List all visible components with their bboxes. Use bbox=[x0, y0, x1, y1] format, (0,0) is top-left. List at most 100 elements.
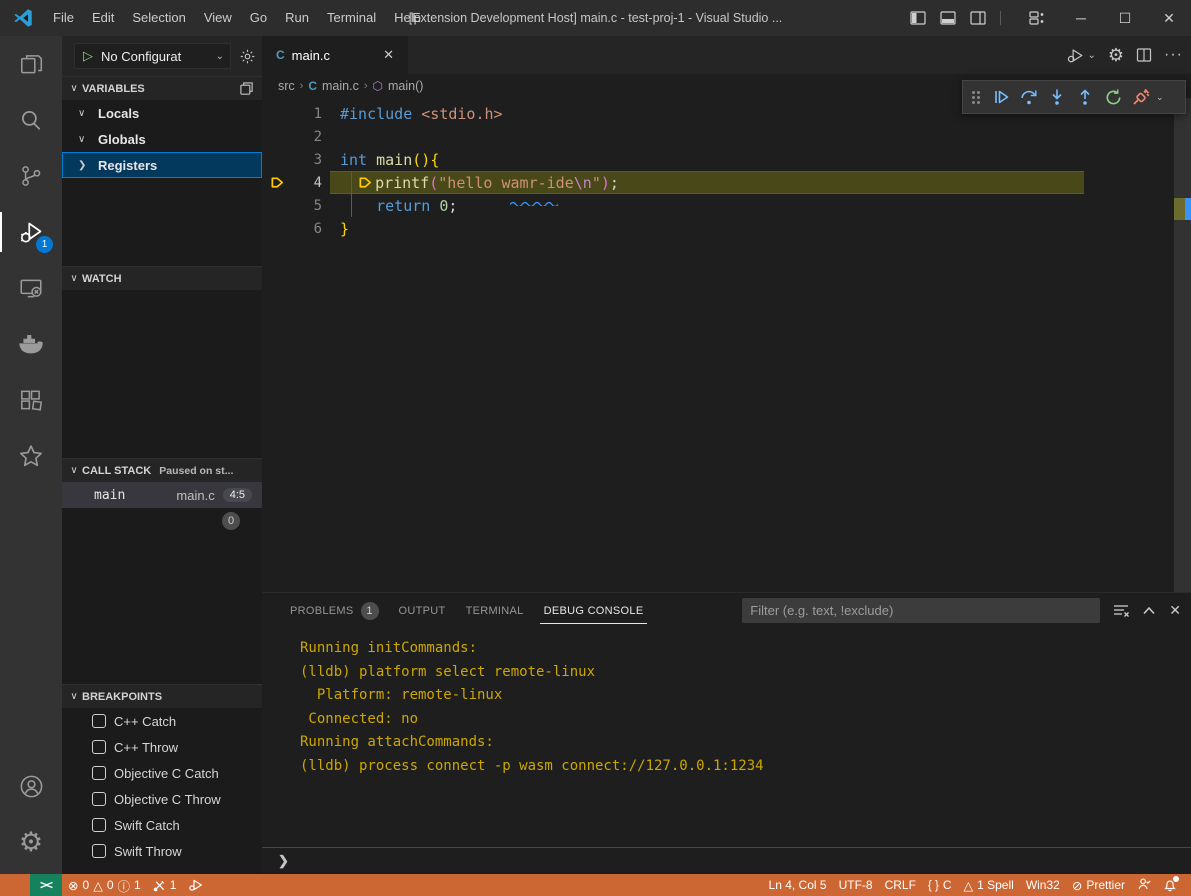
breakpoint-row[interactable]: C++ Catch bbox=[62, 708, 262, 734]
panel-tab-terminal[interactable]: TERMINAL bbox=[462, 593, 528, 628]
step-over-button[interactable] bbox=[1015, 83, 1043, 111]
tab-main-c[interactable]: C main.c ✕ bbox=[262, 36, 408, 74]
toggle-sidebar-icon[interactable] bbox=[910, 11, 926, 25]
variables-section-header[interactable]: ∨ VARIABLES bbox=[62, 76, 262, 100]
breadcrumb-folder[interactable]: src bbox=[278, 79, 295, 93]
variables-scope-globals[interactable]: ∨Globals bbox=[62, 126, 262, 152]
status-person[interactable] bbox=[1131, 874, 1157, 896]
close-button[interactable]: ✕ bbox=[1147, 0, 1191, 36]
status-ln-4-col-5[interactable]: Ln 4, Col 5 bbox=[763, 874, 833, 896]
toggle-secondary-sidebar-icon[interactable] bbox=[970, 11, 986, 25]
breakpoint-checkbox[interactable] bbox=[92, 818, 106, 832]
status-prettier[interactable]: ⊘Prettier bbox=[1066, 874, 1131, 896]
menu-go[interactable]: Go bbox=[241, 0, 276, 36]
launch-settings-gear-icon[interactable] bbox=[239, 48, 256, 65]
split-editor-icon[interactable] bbox=[1136, 47, 1152, 63]
breadcrumb-file[interactable]: Cmain.c bbox=[308, 79, 359, 93]
chevron-down-icon[interactable]: ⌄ bbox=[1156, 92, 1164, 103]
breakpoint-checkbox[interactable] bbox=[92, 766, 106, 780]
run-or-debug-button[interactable]: ⌄ bbox=[1066, 46, 1095, 65]
menu-help[interactable]: Help bbox=[385, 0, 430, 36]
code-editor[interactable]: 1#include <stdio.h>23int main(){4 printf… bbox=[262, 98, 1191, 240]
start-debug-icon[interactable]: ▷ bbox=[83, 48, 93, 64]
breakpoint-row[interactable]: Objective C Catch bbox=[62, 760, 262, 786]
scope-label: Registers bbox=[98, 158, 157, 173]
scope-label: Locals bbox=[98, 106, 139, 121]
panel-tab-problems[interactable]: PROBLEMS1 bbox=[286, 593, 383, 628]
debug-console-input[interactable]: ❯ bbox=[262, 847, 1191, 874]
editor-settings-gear-icon[interactable]: ⚙ bbox=[1108, 46, 1124, 64]
panel-tab-output[interactable]: OUTPUT bbox=[395, 593, 450, 628]
menu-selection[interactable]: Selection bbox=[123, 0, 194, 36]
panel-tab-debug-console[interactable]: DEBUG CONSOLE bbox=[540, 593, 648, 628]
remote-indicator[interactable]: >< bbox=[30, 874, 62, 896]
explorer-icon[interactable] bbox=[0, 36, 62, 92]
status-c[interactable]: { }C bbox=[922, 874, 958, 896]
code-line-4: 4 printf("hello wamr-ide\n"); bbox=[262, 171, 1191, 194]
minimize-button[interactable]: ─ bbox=[1059, 0, 1103, 36]
variables-scope-registers[interactable]: ❯Registers bbox=[62, 152, 262, 178]
status-utf-8[interactable]: UTF-8 bbox=[833, 874, 879, 896]
breakpoint-gutter[interactable] bbox=[262, 194, 296, 217]
watch-section-header[interactable]: ∨ WATCH bbox=[62, 266, 262, 290]
problems-status[interactable]: ⊗0 △0 ⓘ1 bbox=[62, 874, 147, 896]
breakpoint-checkbox[interactable] bbox=[92, 792, 106, 806]
console-filter-input[interactable]: Filter (e.g. text, !exclude) bbox=[742, 598, 1100, 623]
menu-edit[interactable]: Edit bbox=[83, 0, 123, 36]
copy-icon[interactable] bbox=[239, 81, 254, 96]
breadcrumb-symbol[interactable]: ⬡main() bbox=[373, 79, 424, 93]
remote-explorer-icon[interactable] bbox=[0, 260, 62, 316]
status-win32[interactable]: Win32 bbox=[1020, 874, 1066, 896]
close-panel-icon[interactable]: ✕ bbox=[1169, 602, 1181, 619]
toggle-panel-icon[interactable] bbox=[940, 11, 956, 25]
status-crlf[interactable]: CRLF bbox=[879, 874, 922, 896]
breakpoint-row[interactable]: Objective C Throw bbox=[62, 786, 262, 812]
menu-run[interactable]: Run bbox=[276, 0, 318, 36]
disconnect-button[interactable] bbox=[1127, 83, 1155, 111]
call-stack-section-header[interactable]: ∨ CALL STACK Paused on st... bbox=[62, 458, 262, 482]
extensions-icon[interactable] bbox=[0, 372, 62, 428]
restart-button[interactable] bbox=[1099, 83, 1127, 111]
breakpoint-gutter[interactable] bbox=[262, 171, 296, 194]
continue-button[interactable] bbox=[987, 83, 1015, 111]
breakpoints-section-header[interactable]: ∨ BREAKPOINTS bbox=[62, 684, 262, 708]
customize-layout-icon[interactable] bbox=[1029, 11, 1045, 25]
drag-handle[interactable] bbox=[972, 91, 980, 104]
breakpoint-gutter[interactable] bbox=[262, 125, 296, 148]
close-tab-icon[interactable]: ✕ bbox=[379, 45, 398, 65]
breakpoint-checkbox[interactable] bbox=[92, 714, 106, 728]
maximize-button[interactable]: ☐ bbox=[1103, 0, 1147, 36]
breakpoint-row[interactable]: Swift Throw bbox=[62, 838, 262, 864]
ports-status[interactable]: 1 bbox=[147, 874, 183, 896]
menu-terminal[interactable]: Terminal bbox=[318, 0, 385, 36]
breakpoint-row[interactable]: C++ Throw bbox=[62, 734, 262, 760]
settings-gear-icon[interactable]: ⚙ bbox=[0, 814, 62, 870]
breakpoint-gutter[interactable] bbox=[262, 217, 296, 240]
variables-scope-locals[interactable]: ∨Locals bbox=[62, 100, 262, 126]
source-control-icon[interactable] bbox=[0, 148, 62, 204]
breakpoint-checkbox[interactable] bbox=[92, 740, 106, 754]
status-bell[interactable] bbox=[1157, 874, 1183, 896]
breakpoint-gutter[interactable] bbox=[262, 148, 296, 171]
star-icon[interactable] bbox=[0, 428, 62, 484]
account-icon[interactable] bbox=[0, 758, 62, 814]
stack-frame-row[interactable]: main main.c 4:5 bbox=[62, 482, 262, 508]
step-into-button[interactable] bbox=[1043, 83, 1071, 111]
breakpoint-row[interactable]: Swift Catch bbox=[62, 812, 262, 838]
maximize-panel-icon[interactable] bbox=[1142, 605, 1156, 616]
debug-config-dropdown[interactable]: ▷ No Configurat ⌄ bbox=[74, 43, 231, 69]
editor-scrollbar[interactable] bbox=[1174, 98, 1191, 592]
more-actions-icon[interactable]: ··· bbox=[1164, 46, 1183, 64]
menu-view[interactable]: View bbox=[195, 0, 241, 36]
run-and-debug-icon[interactable]: 1 bbox=[0, 204, 62, 260]
debug-status[interactable] bbox=[182, 874, 210, 896]
breakpoint-label: C++ Catch bbox=[114, 714, 176, 729]
menu-file[interactable]: File bbox=[44, 0, 83, 36]
status-1-spell[interactable]: △1 Spell bbox=[957, 874, 1019, 896]
breakpoint-gutter[interactable] bbox=[262, 102, 296, 125]
search-icon[interactable] bbox=[0, 92, 62, 148]
breakpoint-checkbox[interactable] bbox=[92, 844, 106, 858]
clear-console-icon[interactable] bbox=[1113, 603, 1129, 618]
docker-icon[interactable] bbox=[0, 316, 62, 372]
step-out-button[interactable] bbox=[1071, 83, 1099, 111]
